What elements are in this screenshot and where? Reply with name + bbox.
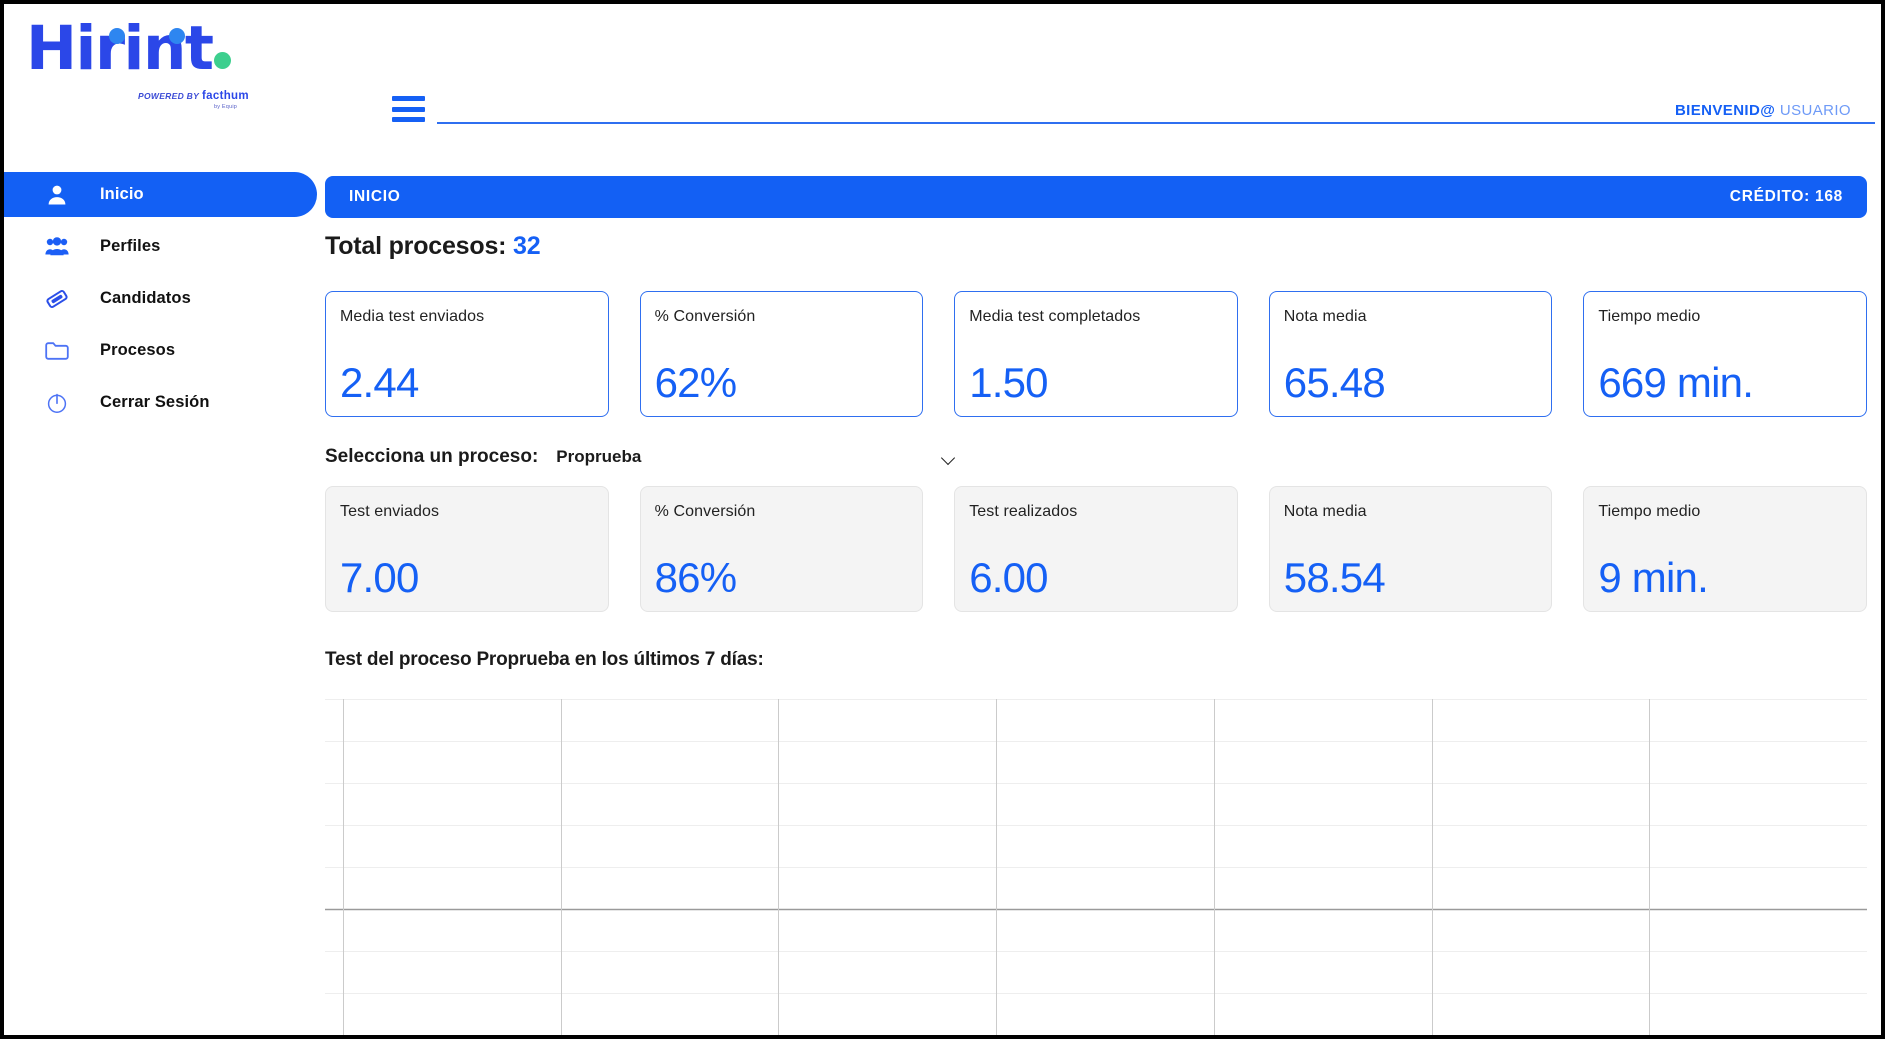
logo-wordmark: Hirint	[26, 18, 296, 79]
user-icon	[42, 184, 72, 205]
sidebar-item-label: Inicio	[100, 185, 144, 203]
stat-card-label: Tiempo medio	[1598, 503, 1701, 520]
stat-card-label: Test enviados	[340, 503, 440, 520]
stat-card: % Conversión 62%	[639, 291, 924, 417]
stat-card: Media test completados 1.50	[954, 291, 1238, 417]
logo-green-dot	[213, 52, 231, 69]
total-processes-label: Total procesos:	[325, 232, 507, 260]
total-processes-value: 32	[513, 232, 541, 260]
sidebar: Hirint POWERED BY facthum by Equip Inici…	[4, 4, 317, 1035]
welcome-greeting: BIENVENID@	[1674, 102, 1776, 119]
logo-dot-blue-2	[169, 28, 185, 44]
header-divider	[437, 122, 1875, 124]
page-header-bar: INICIO CRÉDITO: 168	[325, 176, 1867, 218]
hamburger-bar-3	[392, 117, 425, 122]
stat-card: Tiempo medio 9 min.	[1583, 486, 1867, 612]
top-bar: BIENVENID@ USUARIO	[313, 4, 1881, 139]
stat-card-value: 2.44	[340, 359, 419, 406]
users-icon	[42, 237, 72, 256]
welcome-message: BIENVENID@ USUARIO	[1675, 102, 1851, 119]
sidebar-item-inicio[interactable]: Inicio	[4, 172, 317, 217]
sidebar-item-candidatos[interactable]: Candidatos	[4, 276, 317, 321]
logo-powered-by-tagline: by Equip	[214, 104, 238, 110]
app-window: Hirint POWERED BY facthum by Equip Inici…	[4, 4, 1881, 1035]
sidebar-item-label: Cerrar Sesión	[100, 393, 210, 411]
stat-card-label: % Conversión	[654, 503, 756, 520]
welcome-username: USUARIO	[1779, 102, 1851, 119]
sidebar-item-cerrar-sesion[interactable]: Cerrar Sesión	[4, 380, 317, 425]
stat-card-value: 7.00	[340, 554, 419, 601]
stat-card-value: 58.54	[1283, 554, 1386, 601]
chart-plot	[325, 699, 1867, 1035]
stat-card: Nota media 58.54	[1268, 486, 1553, 612]
app-logo[interactable]: Hirint POWERED BY facthum by Equip	[26, 18, 296, 118]
stat-card-value: 9 min.	[1598, 554, 1708, 601]
page-title: INICIO	[349, 188, 401, 205]
global-stats-row: Media test enviados 2.44 % Conversión 62…	[325, 291, 1867, 417]
tag-icon	[42, 287, 72, 311]
stat-card: Media test enviados 2.44	[325, 291, 609, 417]
power-icon	[42, 392, 72, 414]
stat-card-label: Test realizados	[969, 503, 1078, 520]
stat-card-value: 62%	[654, 359, 737, 406]
stat-card: Test realizados 6.00	[954, 486, 1238, 612]
stat-card: Tiempo medio 669 min.	[1583, 291, 1867, 417]
stat-card-label: Media test enviados	[340, 308, 485, 325]
stat-card-value: 65.48	[1283, 359, 1386, 406]
stat-card-value: 6.00	[969, 554, 1048, 601]
sidebar-nav: Inicio Perfiles Candidatos Procesos Cerr…	[4, 172, 317, 432]
logo-powered-by: POWERED BY facthum	[138, 90, 249, 102]
process-stats-row: Test enviados 7.00 % Conversión 86% Test…	[325, 486, 1867, 612]
stat-card-label: Nota media	[1283, 308, 1367, 325]
stat-card-label: % Conversión	[654, 308, 756, 325]
sidebar-item-label: Candidatos	[100, 289, 191, 307]
total-processes-heading: Total procesos: 32	[325, 232, 541, 261]
sidebar-item-perfiles[interactable]: Perfiles	[4, 224, 317, 269]
process-select[interactable]: Proprueba	[556, 447, 956, 467]
stat-card-value: 1.50	[969, 359, 1048, 406]
stat-card: % Conversión 86%	[639, 486, 924, 612]
stat-card: Test enviados 7.00	[325, 486, 609, 612]
stat-card-label: Tiempo medio	[1598, 308, 1701, 325]
credit-badge: CRÉDITO: 168	[1729, 188, 1843, 205]
chevron-down-icon	[942, 453, 956, 462]
stat-card: Nota media 65.48	[1268, 291, 1553, 417]
hamburger-icon[interactable]	[392, 96, 425, 122]
sidebar-item-procesos[interactable]: Procesos	[4, 328, 317, 373]
logo-dot-blue-1	[109, 28, 125, 44]
sidebar-item-label: Perfiles	[100, 237, 161, 255]
hamburger-bar-2	[392, 106, 425, 112]
process-selector-row: Selecciona un proceso: Proprueba	[325, 442, 965, 472]
process-select-value: Proprueba	[556, 447, 642, 466]
process-selector-label: Selecciona un proceso:	[325, 446, 539, 467]
stat-card-label: Media test completados	[969, 308, 1141, 325]
stat-card-value: 86%	[654, 554, 737, 601]
main-content: BIENVENID@ USUARIO INICIO CRÉDITO: 168 T…	[313, 4, 1881, 1035]
stat-card-label: Nota media	[1283, 503, 1367, 520]
folder-icon	[42, 341, 72, 360]
sidebar-item-label: Procesos	[100, 341, 176, 359]
hamburger-bar-1	[392, 96, 425, 101]
chart-container	[325, 699, 1867, 1035]
chart-heading: Test del proceso Proprueba en los último…	[325, 649, 764, 670]
stat-card-value: 669 min.	[1598, 359, 1754, 406]
